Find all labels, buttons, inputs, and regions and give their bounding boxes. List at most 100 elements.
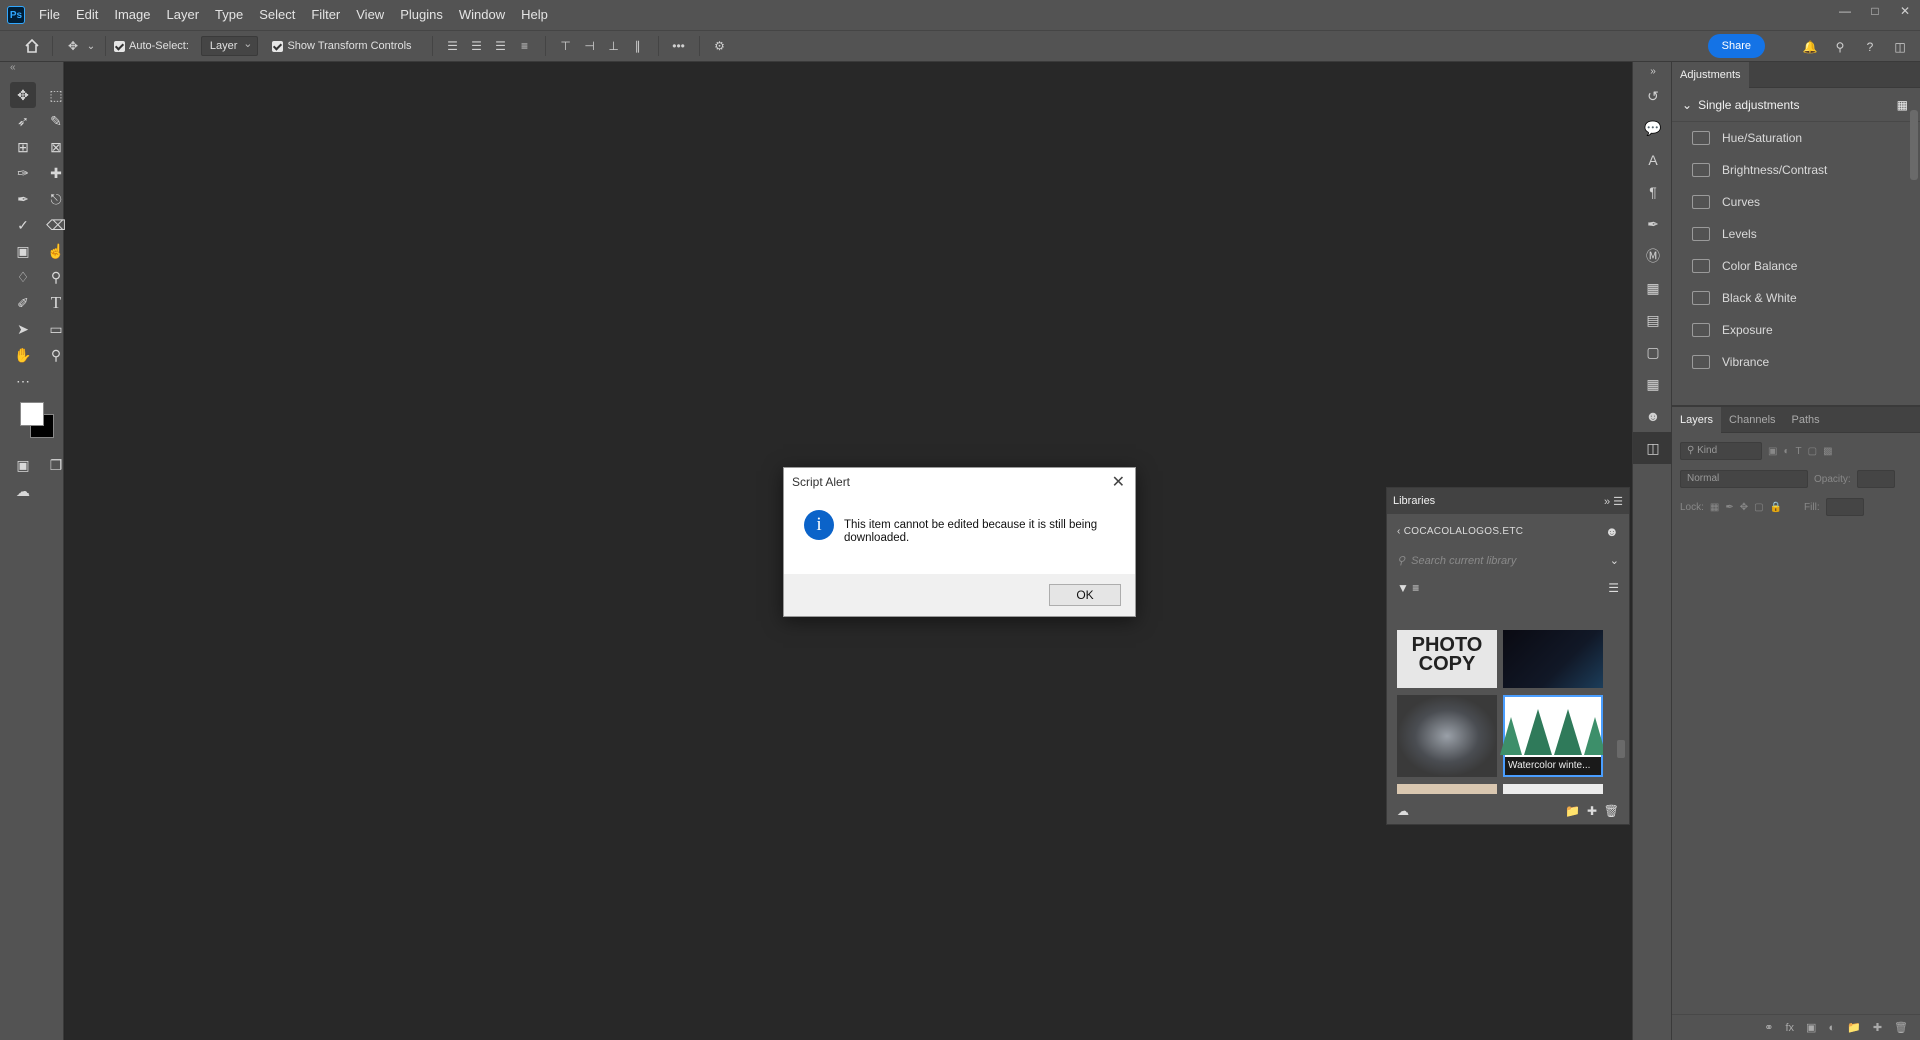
lasso-tool-icon[interactable]: ➶ xyxy=(10,108,36,134)
tab-paths[interactable]: Paths xyxy=(1784,407,1828,433)
align-left-icon[interactable]: ☰ xyxy=(441,34,465,58)
align-top-icon[interactable]: ⊤ xyxy=(554,34,578,58)
cloud-documents-icon[interactable]: ☁ xyxy=(10,478,36,504)
menu-image[interactable]: Image xyxy=(106,0,158,30)
share-button[interactable]: Share xyxy=(1707,34,1765,58)
menu-edit[interactable]: Edit xyxy=(68,0,106,30)
distribute-vertical-icon[interactable]: ∥ xyxy=(626,34,650,58)
close-icon[interactable]: ✕ xyxy=(1112,472,1125,492)
library-scrollbar[interactable] xyxy=(1617,630,1625,795)
tab-channels[interactable]: Channels xyxy=(1721,407,1783,433)
trash-icon[interactable]: 🗑 xyxy=(1604,804,1619,818)
checkbox-box[interactable] xyxy=(272,40,284,52)
adjustment-curves[interactable]: Curves xyxy=(1672,186,1920,218)
adjustment-exposure[interactable]: Exposure xyxy=(1672,314,1920,346)
paragraph-icon[interactable]: ¶ xyxy=(1633,176,1673,208)
hand-tool-icon[interactable]: ✋ xyxy=(10,342,36,368)
bell-icon[interactable]: 🔔 xyxy=(1798,35,1822,59)
close-window-icon[interactable]: ✕ xyxy=(1890,0,1920,22)
properties-icon[interactable]: ▤ xyxy=(1633,304,1673,336)
menu-file[interactable]: File xyxy=(31,0,68,30)
quick-mask-icon[interactable]: ▣ xyxy=(10,452,36,478)
grid-view-icon[interactable]: ▦ xyxy=(1897,98,1908,112)
add-icon[interactable]: ✚ xyxy=(1587,804,1597,818)
tab-layers[interactable]: Layers xyxy=(1672,406,1722,433)
more-options-icon[interactable]: ••• xyxy=(667,34,691,58)
align-center-icon[interactable]: ☰ xyxy=(465,34,489,58)
adjustments-scrollbar[interactable] xyxy=(1910,110,1918,180)
align-bottom-icon[interactable]: ⊥ xyxy=(602,34,626,58)
paint-bucket-tool-icon[interactable]: ♢ xyxy=(10,264,36,290)
chevron-down-icon[interactable]: ⌄ xyxy=(85,34,97,58)
glyphs-icon[interactable]: Ⓜ xyxy=(1633,240,1673,272)
brush-tool-icon[interactable]: ✒ xyxy=(10,186,36,212)
help-icon[interactable]: ? xyxy=(1858,35,1882,59)
add-mask-icon[interactable]: ▣ xyxy=(1806,1021,1816,1034)
collapse-panels-icon[interactable]: » xyxy=(1633,62,1673,80)
align-middle-icon[interactable]: ⊣ xyxy=(578,34,602,58)
adjustment-levels[interactable]: Levels xyxy=(1672,218,1920,250)
adjustment-brightness-contrast[interactable]: Brightness/Contrast xyxy=(1672,154,1920,186)
shapes-icon[interactable]: ☻ xyxy=(1633,400,1673,432)
lock-artboard-icon[interactable]: ▢ xyxy=(1754,502,1763,513)
menu-filter[interactable]: Filter xyxy=(303,0,348,30)
tab-adjustments[interactable]: Adjustments xyxy=(1672,61,1749,88)
menu-window[interactable]: Window xyxy=(451,0,513,30)
history-icon[interactable]: ↺ xyxy=(1633,80,1673,112)
home-icon[interactable] xyxy=(20,34,44,58)
fill-input[interactable] xyxy=(1825,498,1864,516)
gear-icon[interactable]: ⚙ xyxy=(708,34,732,58)
adjustment-vibrance[interactable]: Vibrance xyxy=(1672,346,1920,378)
menu-help[interactable]: Help xyxy=(513,0,556,30)
filter-adjustment-icon[interactable]: ◐ xyxy=(1783,446,1789,457)
gradients-icon[interactable]: ▢ xyxy=(1633,336,1673,368)
library-search-input[interactable]: ⚲ Search current library ⌄ xyxy=(1397,548,1619,572)
layer-kind-filter[interactable]: ⚲ Kind xyxy=(1680,442,1762,460)
library-item-dark-graphic[interactable] xyxy=(1503,630,1603,688)
filter-type-icon[interactable]: T xyxy=(1796,446,1802,457)
lock-brush-icon[interactable]: ✒ xyxy=(1725,502,1733,513)
brushes-icon[interactable]: ✒ xyxy=(1633,208,1673,240)
lock-pixels-icon[interactable]: ▦ xyxy=(1710,502,1719,513)
comments-icon[interactable]: 💬 xyxy=(1633,112,1673,144)
ok-button[interactable]: OK xyxy=(1049,584,1121,606)
pen-tool-icon[interactable]: ✐ xyxy=(10,290,36,316)
library-item-partial[interactable] xyxy=(1397,784,1497,794)
gradient-tool-icon[interactable]: ▣ xyxy=(10,238,36,264)
menu-type[interactable]: Type xyxy=(207,0,251,30)
library-back[interactable]: ‹ COCACOLALOGOS.ETC xyxy=(1397,526,1523,537)
search-icon[interactable]: ⚲ xyxy=(1828,35,1852,59)
distribute-icon[interactable]: ≡ xyxy=(513,34,537,58)
panel-menu-icon[interactable]: » ☰ xyxy=(1604,495,1623,508)
eyedropper-tool-icon[interactable]: ✑ xyxy=(10,160,36,186)
move-tool-icon[interactable]: ✥ xyxy=(10,82,36,108)
blend-mode-select[interactable]: Normal xyxy=(1680,470,1808,488)
view-toggle-icon[interactable]: ☰ xyxy=(1608,581,1619,595)
workspace-icon[interactable]: ◫ xyxy=(1888,35,1912,59)
filter-smart-object-icon[interactable]: ▩ xyxy=(1823,446,1832,457)
lock-position-icon[interactable]: ✥ xyxy=(1740,502,1748,513)
menu-view[interactable]: View xyxy=(348,0,392,30)
filter-icon[interactable]: ▼ ≡ xyxy=(1397,581,1419,595)
auto-select-checkbox[interactable]: Auto-Select: xyxy=(114,40,189,52)
menu-plugins[interactable]: Plugins xyxy=(392,0,451,30)
single-adjustments-header[interactable]: ⌄ Single adjustments ▦ xyxy=(1672,88,1920,122)
patterns-icon[interactable]: ▦ xyxy=(1633,368,1673,400)
character-icon[interactable]: A xyxy=(1633,144,1673,176)
lock-all-icon[interactable]: 🔒 xyxy=(1770,502,1782,513)
libraries-icon[interactable]: ◫ xyxy=(1633,432,1673,464)
layer-select[interactable]: Layer xyxy=(200,35,259,56)
collapse-toolbar-icon[interactable]: « xyxy=(0,62,63,74)
maximize-icon[interactable]: □ xyxy=(1860,0,1890,22)
opacity-input[interactable] xyxy=(1856,470,1895,488)
cloud-icon[interactable]: ☁ xyxy=(1397,804,1409,818)
menu-select[interactable]: Select xyxy=(251,0,303,30)
new-layer-icon[interactable]: ✚ xyxy=(1873,1021,1882,1034)
link-layers-icon[interactable]: ⚭ xyxy=(1764,1021,1773,1034)
filter-shape-icon[interactable]: ▢ xyxy=(1808,446,1817,457)
checkbox-box[interactable] xyxy=(114,40,125,52)
adjustment-color-balance[interactable]: Color Balance xyxy=(1672,250,1920,282)
more-tools-icon[interactable]: ⋯ xyxy=(10,368,36,394)
move-tool-icon[interactable]: ✥ xyxy=(61,34,85,58)
minimize-icon[interactable]: — xyxy=(1830,0,1860,22)
